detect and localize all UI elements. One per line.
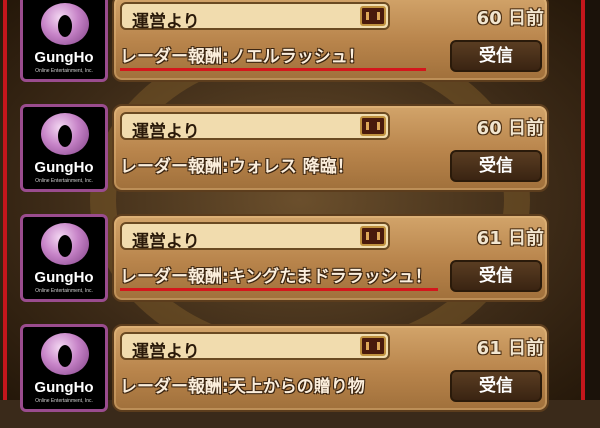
list-item[interactable]: GungHo Online Entertainment, Inc. 運営より 6… bbox=[0, 324, 600, 428]
list-item[interactable]: GungHo Online Entertainment, Inc. 運営より 6… bbox=[0, 104, 600, 208]
receive-button[interactable]: 受信 bbox=[450, 260, 542, 292]
highlight-underline bbox=[120, 68, 426, 71]
message-text: レーダー報酬:ウォレス 降臨！ bbox=[120, 157, 354, 177]
receive-button[interactable]: 受信 bbox=[450, 370, 542, 402]
gungho-logo: GungHo Online Entertainment, Inc. bbox=[20, 214, 108, 302]
sender-box: 運営より bbox=[120, 222, 390, 252]
treasure-chest-icon bbox=[360, 226, 386, 246]
sender-label: 運営より bbox=[132, 122, 200, 142]
gungho-logo: GungHo Online Entertainment, Inc. bbox=[20, 324, 108, 412]
sender-label: 運営より bbox=[132, 232, 200, 252]
message-card[interactable]: 運営より 61 日前 レーダー報酬:天上からの贈り物 受信 bbox=[112, 324, 549, 412]
days-ago: 60 日前 bbox=[476, 8, 544, 29]
highlight-underline bbox=[120, 288, 438, 291]
gungho-logo: GungHo Online Entertainment, Inc. bbox=[20, 0, 108, 82]
logo-name: GungHo bbox=[34, 49, 94, 66]
gungho-logo: GungHo Online Entertainment, Inc. bbox=[20, 104, 108, 192]
sender-box: 運営より bbox=[120, 112, 390, 142]
days-ago: 61 日前 bbox=[476, 338, 544, 359]
message-card[interactable]: 運営より 60 日前 レーダー報酬:ノエルラッシュ！ 受信 bbox=[112, 0, 549, 82]
message-text: レーダー報酬:ノエルラッシュ！ bbox=[120, 47, 365, 67]
logo-subtitle: Online Entertainment, Inc. bbox=[35, 178, 93, 184]
logo-name: GungHo bbox=[34, 379, 94, 396]
logo-subtitle: Online Entertainment, Inc. bbox=[35, 398, 93, 404]
logo-name: GungHo bbox=[34, 269, 94, 286]
logo-subtitle: Online Entertainment, Inc. bbox=[35, 68, 93, 74]
sender-label: 運営より bbox=[132, 12, 200, 32]
receive-button[interactable]: 受信 bbox=[450, 40, 542, 72]
message-text: レーダー報酬:天上からの贈り物 bbox=[120, 377, 365, 397]
treasure-chest-icon bbox=[360, 336, 386, 356]
days-ago: 60 日前 bbox=[476, 118, 544, 139]
treasure-chest-icon bbox=[360, 116, 386, 136]
list-item[interactable]: GungHo Online Entertainment, Inc. 運営より 6… bbox=[0, 214, 600, 318]
sender-box: 運営より bbox=[120, 2, 390, 32]
treasure-chest-icon bbox=[360, 6, 386, 26]
mail-list: GungHo Online Entertainment, Inc. 運営より 6… bbox=[0, 0, 600, 412]
message-text: レーダー報酬:キングたまドララッシュ！ bbox=[120, 267, 432, 287]
message-card[interactable]: 運営より 61 日前 レーダー報酬:キングたまドララッシュ！ 受信 bbox=[112, 214, 549, 302]
receive-button[interactable]: 受信 bbox=[450, 150, 542, 182]
logo-subtitle: Online Entertainment, Inc. bbox=[35, 288, 93, 294]
days-ago: 61 日前 bbox=[476, 228, 544, 249]
logo-name: GungHo bbox=[34, 159, 94, 176]
sender-label: 運営より bbox=[132, 342, 200, 362]
sender-box: 運営より bbox=[120, 332, 390, 362]
message-card[interactable]: 運営より 60 日前 レーダー報酬:ウォレス 降臨！ 受信 bbox=[112, 104, 549, 192]
list-item[interactable]: GungHo Online Entertainment, Inc. 運営より 6… bbox=[0, 0, 600, 98]
